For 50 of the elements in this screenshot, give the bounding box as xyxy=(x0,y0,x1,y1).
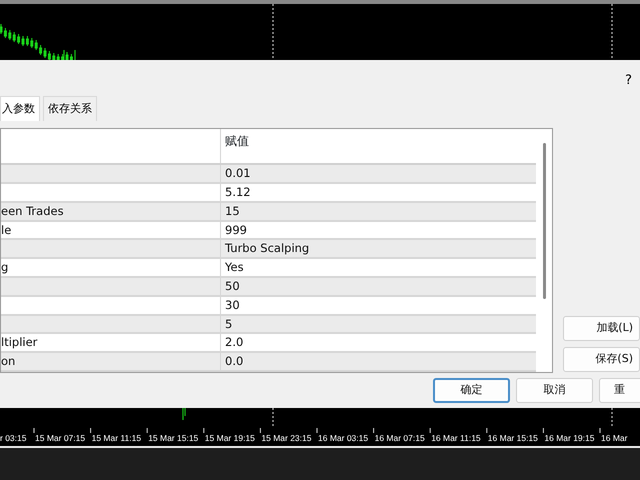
table-cell[interactable]: 50 xyxy=(225,279,240,294)
axis-tick xyxy=(542,428,544,434)
tab[interactable]: 入参数 xyxy=(0,96,40,121)
button[interactable]: 重 xyxy=(599,378,640,403)
axis-label: 16 Mar 19:15 xyxy=(544,433,594,443)
axis-tick xyxy=(146,428,148,434)
table-cell: le xyxy=(1,222,12,237)
table-cell[interactable]: 999 xyxy=(225,222,247,237)
axis-label: 16 Mar xyxy=(601,433,628,443)
axis-label: 15 Mar 19:15 xyxy=(204,433,255,443)
axis-label: 15 Mar 07:15 xyxy=(35,433,86,443)
table-cell[interactable]: 5 xyxy=(225,316,232,331)
axis-label: 16 Mar 03:15 xyxy=(318,433,368,443)
grid-line xyxy=(272,408,274,428)
button[interactable]: 确定 xyxy=(433,378,510,403)
table-cell: ltiplier xyxy=(1,335,38,350)
table-cell[interactable]: 15 xyxy=(225,204,240,218)
axis-label: r 03:15 xyxy=(0,433,26,443)
axis-tick xyxy=(203,428,204,434)
axis-tick xyxy=(486,428,488,434)
axis-label: 16 Mar 11:15 xyxy=(431,433,481,443)
axis-tick xyxy=(316,428,318,434)
help-button[interactable]: ? xyxy=(625,70,632,90)
axis-tick xyxy=(90,428,92,434)
axis-tick xyxy=(430,428,431,434)
table-cell[interactable]: Yes xyxy=(225,260,244,274)
table-cell[interactable]: 2.0 xyxy=(225,335,244,350)
button[interactable]: 加载(L) xyxy=(563,316,640,341)
axis-label: 15 Mar 23:15 xyxy=(261,433,312,443)
tab[interactable]: 依存关系 xyxy=(43,96,97,121)
column-header[interactable]: 赋值 xyxy=(225,134,249,148)
axis-label: 15 Mar 15:15 xyxy=(148,433,198,443)
table-cell: g xyxy=(1,260,8,274)
axis-label: 16 Mar 15:15 xyxy=(488,433,538,443)
button[interactable]: 保存(S) xyxy=(563,347,640,372)
table-cell[interactable]: 5.12 xyxy=(225,185,251,200)
table-cell: on xyxy=(1,354,16,368)
axis-label: 16 Mar 07:15 xyxy=(374,433,425,443)
candlestick-chart-drawing xyxy=(182,408,186,420)
table-cell[interactable]: Turbo Scalping xyxy=(225,241,310,256)
axis-tick xyxy=(260,428,261,434)
button[interactable]: 取消 xyxy=(516,378,593,403)
axis-tick xyxy=(373,428,374,434)
table-cell[interactable]: 30 xyxy=(225,298,240,312)
table-cell[interactable]: 0.0 xyxy=(225,354,244,368)
table-cell: een Trades xyxy=(1,204,64,218)
grid-line xyxy=(272,4,274,60)
table-cell[interactable]: 0.01 xyxy=(225,166,251,180)
scrollbar-thumb[interactable] xyxy=(542,143,546,299)
axis-label: 15 Mar 11:15 xyxy=(92,433,142,443)
